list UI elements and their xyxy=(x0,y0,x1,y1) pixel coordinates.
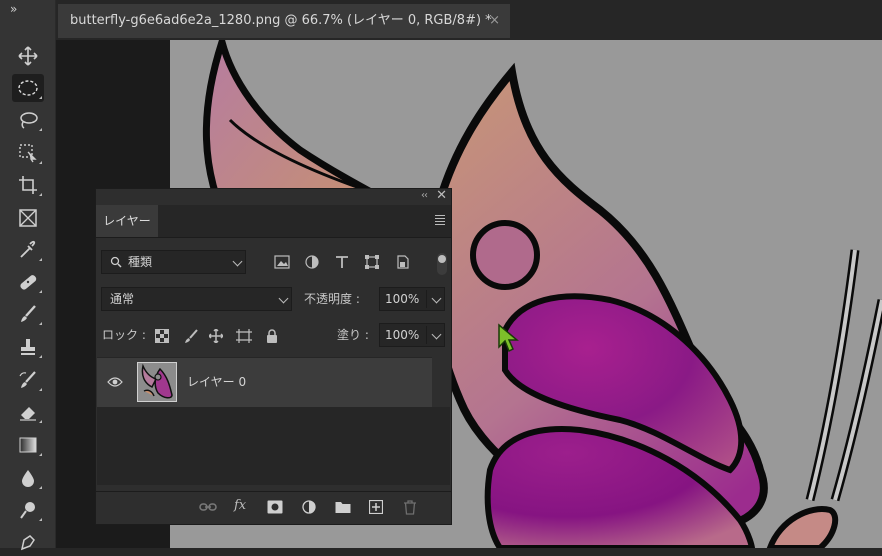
lock-artboard-icon[interactable] xyxy=(236,329,252,343)
fill-value: 100% xyxy=(385,328,420,342)
filter-kind-value: 種類 xyxy=(128,255,153,269)
shape-layer-filter-icon[interactable] xyxy=(365,255,379,269)
pen-tool[interactable] xyxy=(12,528,44,556)
filter-kind-select[interactable]: 種類 xyxy=(101,250,246,274)
new-group-folder-icon[interactable] xyxy=(335,500,351,514)
double-chevron-icon: » xyxy=(10,2,17,16)
eraser-tool[interactable] xyxy=(12,398,44,426)
blend-mode-select[interactable]: 通常 xyxy=(101,287,292,311)
document-tab-bar: butterfly-g6e6ad6e2a_1280.png @ 66.7% (レ… xyxy=(56,0,882,40)
lock-transparent-pixels-icon[interactable] xyxy=(155,329,169,343)
blend-row: 通常 不透明度 : 100% xyxy=(96,287,451,313)
layer-style-fx-button[interactable]: fx xyxy=(234,498,246,513)
document-tab[interactable]: butterfly-g6e6ad6e2a_1280.png @ 66.7% (レ… xyxy=(58,4,510,38)
object-selection-icon xyxy=(19,144,37,163)
lock-row: ロック : 塗り : 100% xyxy=(96,323,451,349)
drop-icon xyxy=(22,470,34,487)
brush-tool[interactable] xyxy=(12,300,44,328)
healing-brush-tool[interactable] xyxy=(12,268,44,296)
delete-layer-trash-icon[interactable] xyxy=(403,500,417,515)
fill-field[interactable]: 100% xyxy=(379,323,445,347)
crop-tool[interactable] xyxy=(12,171,44,199)
adjustment-layer-filter-icon[interactable] xyxy=(305,255,319,269)
dodge-tool[interactable] xyxy=(12,496,44,524)
panel-tab-bar: レイヤー xyxy=(96,205,451,238)
close-panel-icon[interactable]: ✕ xyxy=(436,188,447,203)
bandage-icon xyxy=(20,275,37,290)
close-icon[interactable]: × xyxy=(489,4,500,38)
eye-icon[interactable] xyxy=(107,376,123,388)
filter-toggle-switch[interactable] xyxy=(437,253,447,275)
butterfly-thumbnail-image xyxy=(138,363,176,401)
collapse-panel-icon[interactable]: ‹‹ xyxy=(421,190,428,201)
lock-label: ロック : xyxy=(102,328,146,342)
gradient-tool[interactable] xyxy=(12,431,44,459)
lasso-icon xyxy=(20,112,38,129)
link-layers-icon[interactable] xyxy=(199,500,217,514)
clone-stamp-tool[interactable] xyxy=(12,333,44,361)
tab-layers[interactable]: レイヤー xyxy=(96,205,158,237)
layer-thumbnail[interactable] xyxy=(137,362,177,402)
lasso-tool[interactable] xyxy=(12,106,44,134)
layers-panel-footer: fx xyxy=(96,491,451,524)
frame-icon xyxy=(19,209,37,227)
lock-all-icon[interactable] xyxy=(266,329,278,343)
opacity-label: 不透明度 : xyxy=(304,292,360,306)
layer-filter-row: 種類 xyxy=(96,245,451,275)
blend-mode-value: 通常 xyxy=(110,292,135,306)
history-brush-tool[interactable] xyxy=(12,366,44,394)
new-layer-icon[interactable] xyxy=(369,500,383,514)
pen-icon xyxy=(20,535,35,551)
chevron-down-icon xyxy=(232,256,243,267)
lock-image-pixels-icon[interactable] xyxy=(184,329,198,343)
add-mask-icon[interactable] xyxy=(267,500,283,514)
brush-icon xyxy=(21,305,36,322)
mouse-cursor-icon xyxy=(498,323,519,353)
object-selection-tool[interactable] xyxy=(12,139,44,167)
fill-label: 塗り : xyxy=(337,328,369,342)
move-tool[interactable] xyxy=(12,42,44,70)
stamp-icon xyxy=(21,339,35,355)
opacity-field[interactable]: 100% xyxy=(379,287,445,311)
layer-name[interactable]: レイヤー 0 xyxy=(187,358,246,407)
eyedropper-tool[interactable] xyxy=(12,236,44,264)
tools-panel: » xyxy=(0,0,56,551)
eraser-icon xyxy=(20,407,36,421)
opacity-value: 100% xyxy=(385,292,420,306)
history-brush-icon xyxy=(19,371,36,388)
search-icon xyxy=(110,256,122,268)
smart-object-filter-icon[interactable] xyxy=(396,255,410,269)
eyedropper-icon xyxy=(20,240,36,258)
frame-tool[interactable] xyxy=(12,204,44,232)
move-icon xyxy=(18,46,38,66)
toolbar-collapse-button[interactable]: » xyxy=(0,0,55,24)
layers-panel: ‹‹ ✕ レイヤー 種類 通常 不透明度 : 100% ロック : 塗り: 1… xyxy=(95,188,452,525)
document-title: butterfly-g6e6ad6e2a_1280.png @ 66.7% (レ… xyxy=(70,13,492,28)
panel-menu-icon[interactable] xyxy=(435,215,445,227)
type-layer-filter-icon[interactable] xyxy=(335,255,349,269)
adjustment-layer-icon[interactable] xyxy=(302,500,316,514)
panel-header: ‹‹ ✕ xyxy=(96,188,451,205)
gradient-icon xyxy=(19,437,37,453)
chevron-down-icon[interactable] xyxy=(431,293,442,304)
ellipse-marquee-icon xyxy=(18,80,38,96)
lock-position-icon[interactable] xyxy=(209,329,223,343)
layers-list-empty-area xyxy=(97,407,450,485)
layer-row[interactable]: レイヤー 0 xyxy=(97,357,432,408)
blur-tool[interactable] xyxy=(12,464,44,492)
pixel-layer-filter-icon[interactable] xyxy=(274,255,290,269)
chevron-down-icon[interactable] xyxy=(431,329,442,340)
elliptical-marquee-tool[interactable] xyxy=(12,74,44,102)
crop-icon xyxy=(19,176,37,194)
chevron-down-icon xyxy=(278,293,289,304)
dodge-icon xyxy=(20,502,35,519)
